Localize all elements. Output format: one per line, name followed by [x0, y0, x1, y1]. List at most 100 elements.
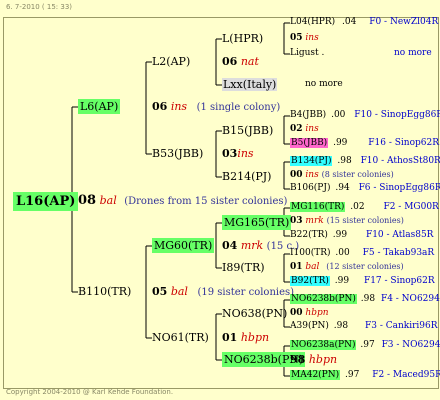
gen4-code: ins [305, 33, 319, 43]
gen4-val: .97 [345, 370, 360, 380]
gen3-label: B214(PJ) [222, 170, 272, 183]
gen4-val: .00 [335, 248, 350, 258]
gen3-label: MG165(TR) [222, 215, 292, 230]
gen2-label: MG60(TR) [152, 238, 215, 253]
gen3-node[interactable]: MG165(TR) [222, 215, 292, 230]
gen4-row: 05 ins [290, 34, 319, 43]
gen4-row[interactable]: MG116(TR) .02 F2 - MG00R [290, 202, 439, 212]
gen2-node-MG60[interactable]: MG60(TR) [152, 238, 215, 253]
gen4-info: F10 - Atlas85R [365, 230, 434, 240]
gen4-info: no more [394, 48, 432, 58]
gen4-row[interactable]: NO6238b(PN) .98 F4 - NO6294R [290, 294, 440, 304]
gen2-node-L2[interactable]: L2(AP) [152, 56, 190, 67]
gen4-label: A39(PN) [290, 321, 329, 331]
gen4-row[interactable]: Ligust . [290, 49, 324, 58]
gen4-note: (12 sister colonies) [326, 262, 404, 271]
gen4-note: (8 sister colonies) [321, 170, 394, 179]
gen4-num: 05 [290, 33, 303, 43]
gen4-info: F16 - Sinop62R [368, 138, 439, 148]
gen3-node[interactable]: B214(PJ) [222, 171, 271, 182]
gen1-node-L6[interactable]: L6(AP) [78, 99, 121, 114]
gen4-row[interactable]: NO6238a(PN) .97 F3 - NO6294R [290, 340, 440, 350]
gen4-info: F10 - AthosSt80R [360, 156, 440, 166]
gen2-breeding-info-NO61: 01 hbpn [222, 332, 269, 343]
gen3-node[interactable]: Lxx(Italy) [222, 78, 278, 91]
gen1-code: ins [170, 100, 188, 113]
gen1-node-B110[interactable]: B110(TR) [78, 286, 131, 297]
gen1-num: 05 [152, 285, 168, 298]
gen2-breeding-info-B53: 03ins [222, 148, 254, 159]
gen4-code: bal [305, 262, 320, 272]
gen4-row[interactable]: B134(PJ) .98 F10 - AthosSt80R [290, 156, 440, 166]
gen4-label: I100(TR) [290, 248, 331, 258]
gen3-node[interactable]: NO638(PN) [222, 308, 287, 319]
gen4-label: Ligust . [290, 48, 325, 58]
gen4-num: 00 [290, 308, 303, 318]
gen3-label: I89(TR) [222, 261, 265, 274]
gen4-row: 00 hbpn [290, 309, 329, 318]
gen4-info: F3 - Cankiri96R [364, 321, 438, 331]
gen2-num: 01 [222, 331, 238, 344]
gen4-row[interactable]: I100(TR) .00 F5 - Takab93aR [290, 249, 434, 258]
gen4-info: F6 - SinopEgg86R [358, 183, 440, 193]
gen4-label: B92(TR) [290, 276, 330, 286]
gen4-info: F2 - MG00R [383, 202, 439, 212]
gen4-label: B4(JBB) [290, 110, 327, 120]
gen4-label: B134(PJ) [290, 156, 333, 166]
gen2-node-NO61[interactable]: NO61(TR) [152, 332, 209, 343]
gen4-label: NO6238a(PN) [290, 340, 357, 350]
gen4-val: .98 [360, 294, 376, 304]
gen4-row[interactable]: A39(PN) .98 F3 - Cankiri96R [290, 322, 438, 331]
gen2-label: B53(JBB) [152, 147, 204, 160]
gen4-row: 03 mrk (15 sister colonies) [290, 217, 404, 226]
gen3-node[interactable]: L(HPR) [222, 33, 263, 44]
gen4-val: .99 [332, 230, 348, 240]
gen4-val: .99 [334, 276, 350, 286]
gen4-row[interactable]: B92(TR) .99 F17 - Sinop62R [290, 276, 435, 286]
gen3-label: NO638(PN) [222, 307, 288, 320]
gen4-val: .04 [342, 17, 357, 27]
gen4-code: hbpn [305, 308, 329, 318]
gen4-row[interactable]: B4(JBB) .00 F10 - SinopEgg86R [290, 111, 440, 120]
gen3-label: Lxx(Italy) [222, 78, 278, 91]
gen4-row[interactable]: B106(PJ) .94 F6 - SinopEgg86R [290, 184, 440, 193]
gen3-num: 98 [290, 353, 306, 366]
gen4-code: ins [305, 124, 319, 134]
gen4-row[interactable]: L04(HPR) .04 F0 - NewZl04R [290, 18, 438, 27]
copyright-footer: Copyright 2004-2010 @ Karl Kehde Foundat… [6, 388, 174, 396]
gen1-breeding-info-L6: 06 ins (1 single colony) [152, 101, 280, 113]
gen4-label: MA42(PN) [290, 370, 341, 380]
gen4-num: 01 [290, 262, 303, 272]
root-code: bal [99, 194, 117, 207]
gen4-label: B5(JBB) [290, 138, 329, 148]
gen4-row: 02 ins [290, 125, 319, 134]
gen4-row: 01 bal (12 sister colonies) [290, 263, 404, 272]
gen4-val: .02 [350, 202, 365, 212]
gen4-num: 02 [290, 124, 303, 134]
gen4-code: mrk [305, 216, 324, 226]
root-node[interactable]: L16(AP) [13, 192, 79, 211]
gen4-row[interactable]: B5(JBB) .99 F16 - Sinop62R [290, 138, 439, 148]
root-breeding-info: 08 bal (Drones from 15 sister colonies) [78, 194, 287, 207]
gen2-node-B53[interactable]: B53(JBB) [152, 148, 203, 159]
gen4-info: F10 - SinopEgg86R [354, 110, 440, 120]
gen4-label: L04(HPR) [290, 17, 336, 27]
gen3-node[interactable]: I89(TR) [222, 262, 265, 273]
gen1-breeding-info-B110: 05 bal (19 sister colonies) [152, 286, 294, 298]
gen4-info: no more [305, 79, 343, 89]
gen2-code: hbpn [240, 331, 270, 344]
gen4-row[interactable]: MA42(PN) .97 F2 - Maced95R [290, 370, 440, 380]
gen4-info: F0 - NewZl04R [369, 17, 439, 27]
gen3-node[interactable]: B15(JBB) [222, 125, 273, 136]
gen1-num: 06 [152, 100, 168, 113]
gen1-note: (19 sister colonies) [197, 287, 295, 298]
gen4-info: F4 - NO6294R [380, 294, 440, 304]
gen2-code: mrk [240, 239, 264, 252]
gen4-row[interactable]: B22(TR) .99 F10 - Atlas85R [290, 231, 433, 240]
gen3-breeding-info: 98 hbpn [290, 354, 337, 365]
gen1-label: L6(AP) [78, 99, 121, 114]
gen3-breeding-info: 06 nat [222, 56, 259, 67]
gen4-label: B22(TR) [290, 230, 328, 240]
gen4-num: 03 [290, 216, 303, 226]
gen3-label: L(HPR) [222, 32, 264, 45]
